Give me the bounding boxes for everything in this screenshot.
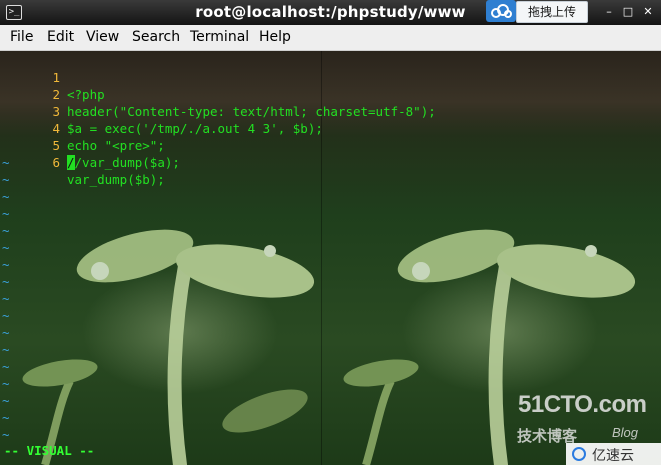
text-cursor[interactable]: / — [67, 155, 75, 170]
vim-mode-indicator: -- VISUAL -- — [4, 443, 95, 458]
empty-line-marker: ~ — [2, 427, 10, 442]
line-number: 5 — [52, 138, 60, 153]
line-number: 2 — [52, 87, 60, 102]
code-text: echo "<pre>"; — [67, 138, 165, 153]
text-after-cursor: /var_dump($a); — [74, 155, 180, 170]
code-text: $a = exec('/tmp/./a.out 4 3', $b); — [67, 121, 323, 136]
empty-line-marker: ~ — [2, 410, 10, 425]
empty-line-marker: ~ — [2, 172, 10, 187]
empty-line-marker: ~ — [2, 359, 10, 374]
code-line-2[interactable]: 2 header("Content-type: text/html; chars… — [0, 69, 435, 119]
menu-view[interactable]: View — [86, 29, 119, 45]
code-line-6[interactable]: 6 var_dump($b); — [0, 137, 164, 187]
empty-line-marker: ~ — [2, 240, 10, 255]
empty-line-marker: ~ — [2, 393, 10, 408]
code-line-4[interactable]: 4 echo "<pre>"; — [0, 103, 164, 153]
empty-line-marker: ~ — [2, 155, 10, 170]
yisuyun-brand-text: 亿速云 — [592, 448, 634, 464]
empty-line-marker: ~ — [2, 189, 10, 204]
empty-line-marker: ~ — [2, 257, 10, 272]
empty-line-marker: ~ — [2, 206, 10, 221]
watermark-blog: Blog — [612, 425, 639, 440]
maximize-button[interactable]: □ — [622, 6, 634, 18]
menu-terminal[interactable]: Terminal — [190, 29, 249, 45]
line-number: 6 — [52, 155, 60, 170]
yisuyun-badge: 亿速云 — [566, 443, 661, 465]
yisuyun-logo-icon — [572, 447, 586, 461]
code-line-3[interactable]: 3 $a = exec('/tmp/./a.out 4 3', $b); — [0, 86, 322, 136]
line-number: 3 — [52, 104, 60, 119]
empty-line-marker: ~ — [2, 274, 10, 289]
empty-line-marker: ~ — [2, 308, 10, 323]
menu-search[interactable]: Search — [132, 29, 180, 45]
menu-help[interactable]: Help — [259, 29, 291, 45]
line-number: 4 — [52, 121, 60, 136]
code-text: <?php — [67, 87, 105, 102]
menu-edit[interactable]: Edit — [47, 29, 74, 45]
terminal-area[interactable]: 1 <?php 2 header("Content-type: text/htm… — [0, 51, 661, 465]
code-line-1[interactable]: 1 <?php — [0, 52, 104, 102]
title-bar[interactable]: >_ root@localhost:/phpstudy/www 拖拽上传 – □… — [0, 0, 661, 25]
code-line-5[interactable]: 5 //var_dump($a); — [0, 120, 180, 170]
menu-bar: File Edit View Search Terminal Help — [0, 25, 661, 51]
code-text: header("Content-type: text/html; charset… — [67, 104, 436, 119]
code-text: var_dump($b); — [67, 172, 165, 187]
menu-file[interactable]: File — [10, 29, 33, 45]
empty-line-marker: ~ — [2, 376, 10, 391]
close-button[interactable]: ✕ — [642, 6, 654, 18]
minimize-button[interactable]: – — [603, 6, 615, 18]
empty-line-marker: ~ — [2, 325, 10, 340]
code-text: //var_dump($a); — [67, 154, 180, 171]
empty-line-marker: ~ — [2, 291, 10, 306]
cloud-icon[interactable] — [486, 0, 516, 22]
line-number: 1 — [52, 70, 60, 85]
terminal-window: >_ root@localhost:/phpstudy/www 拖拽上传 – □… — [0, 0, 661, 465]
empty-line-marker: ~ — [2, 342, 10, 357]
empty-line-marker: ~ — [2, 223, 10, 238]
watermark-51cto: 51CTO.com — [518, 391, 647, 418]
drag-upload-button[interactable]: 拖拽上传 — [516, 1, 588, 23]
